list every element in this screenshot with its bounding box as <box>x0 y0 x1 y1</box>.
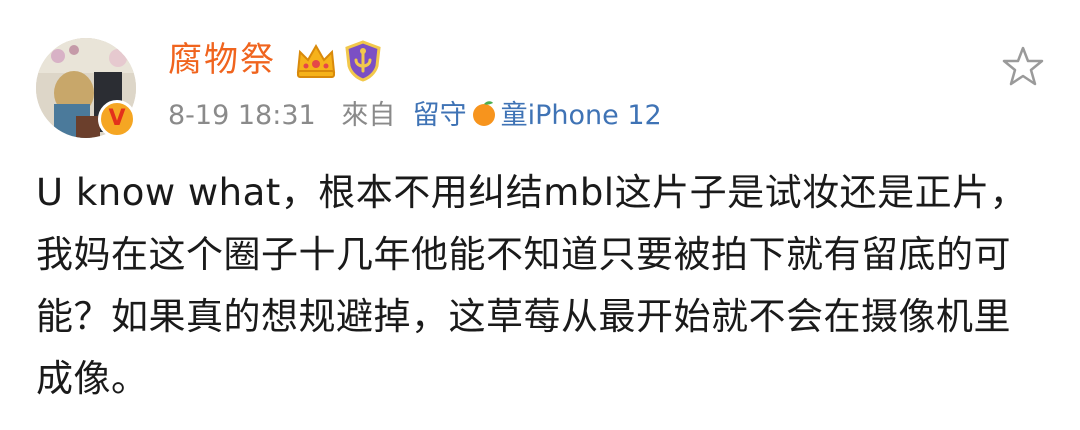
post-meta: 8-19 18:31 來自 留守 童iPhone 12 <box>168 98 662 133</box>
post-content: U know what，根本不用纠结mbl这片子是试妆还是正片，我妈在这个圈子十… <box>36 171 1028 400</box>
timestamp: 8-19 18:31 <box>168 100 316 131</box>
star-outline-icon[interactable] <box>1002 45 1044 87</box>
source-link[interactable]: 留守 童iPhone 12 <box>413 100 662 131</box>
verified-badge: V <box>98 100 136 138</box>
source-suffix: 童iPhone 12 <box>500 100 662 131</box>
crown-icon <box>296 43 336 78</box>
from-label: 來自 <box>341 100 396 131</box>
shield-icon <box>345 40 381 82</box>
source-prefix: 留守 <box>412 100 467 131</box>
username[interactable]: 腐物祭 <box>168 40 276 80</box>
orange-icon <box>472 101 495 126</box>
post-header: V 腐物祭 8-19 18:31 來自 留守 童iPhone 12 <box>0 0 1080 160</box>
